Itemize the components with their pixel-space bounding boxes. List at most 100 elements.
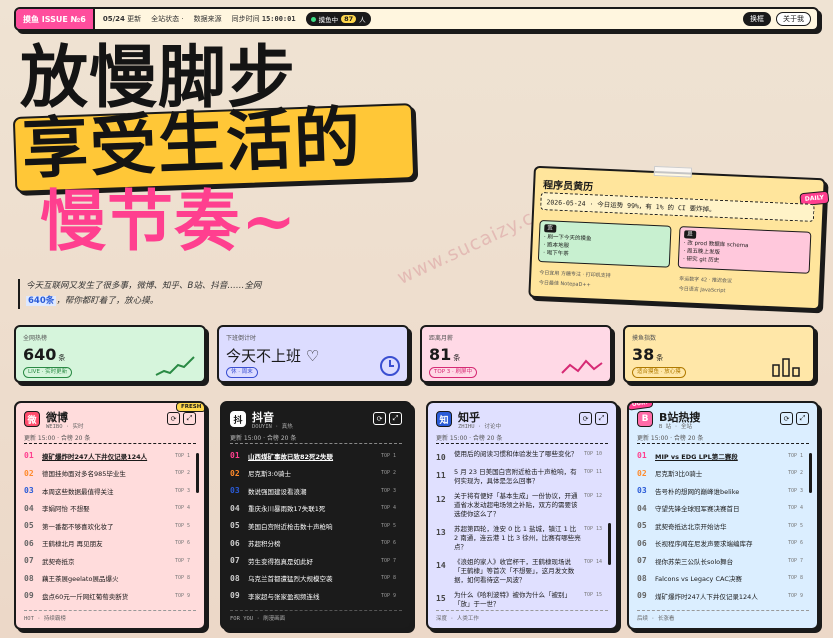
hero-subtitle: 今天互联网又发生了很多事，微博、知乎、B站、抖音……全网 640条 ，帮你都盯着了… <box>18 279 273 309</box>
sync-time: 同步时间 15:00:01 <box>231 15 296 23</box>
item-title: 李娟阿怡 不想娶 <box>42 505 90 514</box>
list-item[interactable]: 05 武契奇抵达北京开始访华 TOP 5 <box>637 517 803 535</box>
item-title: 盘点60元一斤网红葡萄卖断货 <box>42 592 129 601</box>
list-item[interactable]: 09 盘点60元一斤网红葡萄卖断货 TOP 9 <box>24 587 190 605</box>
list-item[interactable]: 07 劳生变得抱真是如此好 TOP 7 <box>230 552 396 570</box>
item-title: 5 月 23 日美国白宫附近枪击十声枪响，有何实现为，具体是怎么回事？ <box>454 468 577 485</box>
rank-tag: TOP 1 <box>380 452 396 459</box>
list-item[interactable]: 06 王鹤棣北月 再见朋友 TOP 6 <box>24 535 190 553</box>
list-item[interactable]: 13 苏超第四轮，淮安 0 比 1 盐城，镇江 1 比 2 南通，连云港 1 比 … <box>436 522 602 555</box>
list-item[interactable]: 06 苏超积分榜 TOP 6 <box>230 535 396 553</box>
about-button[interactable]: 关于我 <box>776 12 811 26</box>
rank-number: 01 <box>637 451 647 461</box>
rank-tag: TOP 5 <box>174 522 190 529</box>
bilibili-logo-icon: B <box>637 411 653 427</box>
tape-decoration <box>653 165 693 178</box>
list-item[interactable]: 08 乌克兰首都遭猛烈大规模空袭 TOP 8 <box>230 570 396 588</box>
item-title: MIP vs EDG LPL第二赛段 <box>655 452 738 461</box>
list-item[interactable]: 12 关于将有便好「基本生成」一份协议，开通道省水发动超电场领之补贴，双方的需要该… <box>436 489 602 522</box>
list-item[interactable]: 03 告号朴的想网的巅峰谁belike TOP 3 <box>637 482 803 500</box>
rank-number: 01 <box>24 451 34 461</box>
list-item[interactable]: 04 李娟阿怡 不想娶 TOP 4 <box>24 500 190 518</box>
rank-number: 10 <box>436 453 446 462</box>
refresh-icon[interactable]: ⟳ <box>373 412 386 425</box>
clock-icon <box>380 356 400 376</box>
item-title: 武契奇抵达北京开始访华 <box>655 522 727 531</box>
list-item[interactable]: 08 藕王茶展geelato展品爆火 TOP 8 <box>24 570 190 588</box>
list-item[interactable]: 01 摸矿爆炸时247人下井仅记录124人 TOP 1 <box>24 447 190 465</box>
rank-tag: TOP 4 <box>380 505 396 512</box>
list-item[interactable]: 11 5 月 23 日美国白宫附近枪击十声枪响，有何实现为，具体是怎么回事？ TOP… <box>436 465 602 489</box>
rank-tag: TOP 11 <box>583 469 602 475</box>
list-item[interactable]: 01 山西煤矿事故已致82死2失联 TOP 1 <box>230 447 396 465</box>
list-item[interactable]: 06 长视程序闻在尼发声要求端编库存 TOP 6 <box>637 535 803 553</box>
item-title: 《浪姐的家人》收官杯干，王鹤棣现场说「王鹤棣」等首次「不想娶」，这月发文数据，如… <box>454 558 575 584</box>
list-item[interactable]: 03 数说强国建设看浪潮 TOP 3 <box>230 482 396 500</box>
item-title: 山西煤矿事故已致82死2失联 <box>248 452 334 461</box>
rank-tag: TOP 7 <box>380 557 396 564</box>
item-title: 第一番都不够喜欢化妆了 <box>42 522 114 531</box>
list-item[interactable]: 03 本周这些数据最值得关注 TOP 3 <box>24 482 190 500</box>
scrollbar[interactable] <box>809 453 812 493</box>
item-title: 数说强国建设看浪潮 <box>248 487 307 496</box>
switch-frame-button[interactable]: 换框 <box>743 12 771 26</box>
data-source: 数据来源 <box>193 15 222 23</box>
zhihu-list: 10 使用后的阅读习惯和体验发生了哪些变化？ TOP 10 11 5 月 23 日美国白… <box>436 447 602 612</box>
rank-tag: TOP 13 <box>583 526 602 532</box>
list-item[interactable]: 05 美国白宫附近枪击数十声枪响 TOP 5 <box>230 517 396 535</box>
rank-number: 03 <box>230 486 240 496</box>
list-item[interactable]: 01 MIP vs EDG LPL第二赛段 TOP 1 <box>637 447 803 465</box>
refresh-icon[interactable]: ⟳ <box>579 412 592 425</box>
rank-tag: TOP 12 <box>583 493 602 499</box>
expand-icon[interactable]: ⤢ <box>389 412 402 425</box>
rank-number: 03 <box>637 486 647 496</box>
panel-subtitle: ZHIHU · 讨论中 <box>458 424 501 430</box>
list-item[interactable]: 02 尼克斯3比0骑士 TOP 2 <box>637 465 803 483</box>
rank-tag: TOP 8 <box>174 575 190 582</box>
live-dot-icon <box>310 16 316 22</box>
list-item[interactable]: 05 第一番都不够喜欢化妆了 TOP 5 <box>24 517 190 535</box>
refresh-icon[interactable]: ⟳ <box>780 412 793 425</box>
rank-tag: TOP 9 <box>380 592 396 599</box>
rank-tag: TOP 6 <box>787 540 803 547</box>
item-title: 重庆永川暴雨致17失联1死 <box>248 505 326 514</box>
list-item[interactable]: 14 《浪姐的家人》收官杯干，王鹤棣现场说「王鹤棣」等首次「不想娶」，这月发文数据… <box>436 555 602 588</box>
refresh-icon[interactable]: ⟳ <box>167 412 180 425</box>
list-item[interactable]: 10 使用后的阅读习惯和体验发生了哪些变化？ TOP 10 <box>436 447 602 465</box>
panel-meta: 更新 15:00 · 合榜 20 条 <box>637 435 704 442</box>
panel-footer: 后续 · 长涨看 <box>637 610 809 622</box>
list-item[interactable]: 04 守望先锋全球冠军赛决赛首日 TOP 4 <box>637 500 803 518</box>
item-title: 长视程序闻在尼发声要求端编库存 <box>655 540 753 549</box>
update-date: 05/24 <box>102 15 125 23</box>
rank-number: 07 <box>230 556 240 566</box>
almanac-fortune: 2026-05-24 · 今日运势 99%，有 1% 的 CI 要炸掉。 <box>540 192 815 222</box>
list-item[interactable]: 15 为什么《哈利波特》被你为什么「被别」「放」于一世？ TOP 15 <box>436 588 602 612</box>
rank-number: 07 <box>24 556 34 566</box>
rank-number: 08 <box>637 573 647 583</box>
expand-icon[interactable]: ⤢ <box>595 412 608 425</box>
list-item[interactable]: 04 重庆永川暴雨致17失联1死 TOP 4 <box>230 500 396 518</box>
rank-number: 02 <box>24 468 34 478</box>
rank-tag: TOP 15 <box>583 592 602 598</box>
stat-salary-distance: 距离月薪 81 条 TOP 3 · 刷屏中 <box>420 325 612 383</box>
list-item[interactable]: 07 武契奇抵京 TOP 7 <box>24 552 190 570</box>
rank-tag: TOP 14 <box>583 559 602 565</box>
item-title: 苏超第四轮，淮安 0 比 1 盐城，镇江 1 比 2 南通，连云港 1 比 3 … <box>454 525 581 551</box>
item-title: 美国白宫附近枪击数十声枪响 <box>248 522 333 531</box>
list-item[interactable]: 02 德国挂帅面对多名985毕业生 TOP 2 <box>24 465 190 483</box>
expand-icon[interactable]: ⤢ <box>183 412 196 425</box>
list-item[interactable]: 02 尼克斯3:0骑士 TOP 2 <box>230 465 396 483</box>
list-item[interactable]: 09 煤矿爆炸时247人下井仅记录124人 TOP 9 <box>637 587 803 605</box>
scrollbar[interactable] <box>196 453 199 493</box>
rank-tag: TOP 10 <box>583 451 602 457</box>
list-item[interactable]: 08 Falcons vs Legacy CAC决赛 TOP 8 <box>637 570 803 588</box>
rank-number: 05 <box>637 521 647 531</box>
rank-tag: TOP 9 <box>787 592 803 599</box>
list-item[interactable]: 09 李家超与张家盈视频连线 TOP 9 <box>230 587 396 605</box>
panel-zhihu: 知 知乎 ZHIHU · 讨论中 ⟳ ⤢ 更新 15:00 · 合榜 20 条 … <box>426 401 618 630</box>
expand-icon[interactable]: ⤢ <box>796 412 809 425</box>
scrollbar[interactable] <box>608 523 611 565</box>
hero-line-2: 享受生活的 <box>20 98 364 188</box>
list-item[interactable]: 07 视你苏荣三公队长solo舞台 TOP 7 <box>637 552 803 570</box>
rank-tag: TOP 2 <box>787 470 803 477</box>
